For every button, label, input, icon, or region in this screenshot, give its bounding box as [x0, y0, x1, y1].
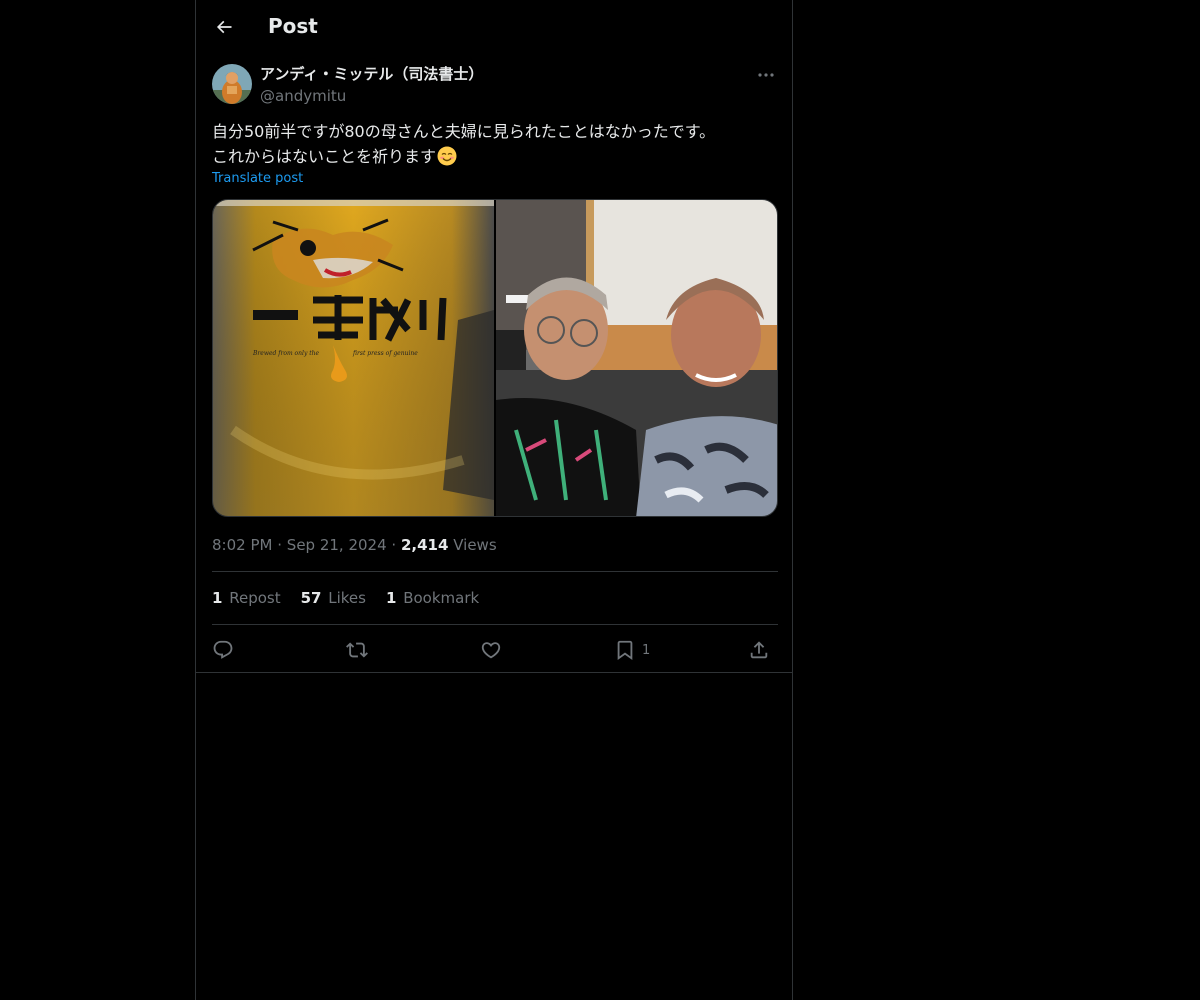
likes-label: Likes — [328, 589, 366, 607]
page-header: Post — [196, 0, 792, 54]
likes-count: 57 — [300, 589, 322, 607]
post-time[interactable]: 8:02 PM — [212, 536, 272, 554]
post-stats: 1 Repost 57 Likes 1 Bookmark — [212, 588, 479, 608]
more-options-button[interactable] — [754, 64, 778, 86]
meta-separator: · — [277, 536, 283, 554]
svg-text:Brewed from only the: Brewed from only the — [252, 350, 320, 357]
reposts-stat[interactable]: 1 Repost — [212, 588, 281, 608]
post-column: Post アンディ・ミッテル（司法書士） @andymitu 自分50前半ですが… — [195, 0, 793, 1000]
reposts-count: 1 — [212, 589, 223, 607]
reply-button[interactable] — [212, 636, 234, 664]
arrow-left-icon — [216, 20, 232, 34]
media-grid: Brewed from only the first press of genu… — [212, 199, 778, 517]
post-text: 自分50前半ですが80の母さんと夫婦に見られたことはなかったです。 これからはな… — [212, 119, 778, 169]
views-label: Views — [453, 536, 497, 554]
share-icon — [750, 641, 768, 659]
repost-button[interactable] — [346, 636, 368, 664]
post-text-line-1: 自分50前半ですが80の母さんと夫婦に見られたことはなかったです。 — [212, 122, 716, 141]
share-button[interactable] — [748, 636, 770, 664]
likes-stat[interactable]: 57 Likes — [301, 588, 366, 608]
bookmark-count: 1 — [642, 642, 651, 658]
page-title: Post — [268, 14, 318, 38]
views-count: 2,414 — [400, 536, 449, 554]
author-handle[interactable]: @andymitu — [260, 86, 346, 106]
beer-glass-image: Brewed from only the first press of genu… — [213, 200, 494, 516]
bookmarks-stat[interactable]: 1 Bookmark — [386, 588, 479, 608]
like-button[interactable] — [480, 636, 502, 664]
avatar[interactable] — [212, 64, 252, 104]
divider — [212, 571, 778, 572]
meta-separator: · — [391, 536, 397, 554]
post-text-line-2: これからはないことを祈ります — [212, 144, 778, 169]
post-text-line-2-text: これからはないことを祈ります — [212, 147, 437, 166]
heart-icon — [481, 642, 501, 659]
more-horizontal-icon — [758, 73, 774, 77]
post-date[interactable]: Sep 21, 2024 — [287, 536, 387, 554]
beer-glass-photo[interactable]: Brewed from only the first press of genu… — [213, 200, 494, 516]
back-button[interactable] — [210, 13, 238, 41]
bookmarks-label: Bookmark — [403, 589, 480, 607]
translate-post-link[interactable]: Translate post — [212, 170, 303, 188]
smiling-face-icon — [437, 146, 457, 166]
post-meta: 8:02 PM · Sep 21, 2024 · 2,414 Views — [212, 535, 497, 555]
avatar-image — [212, 64, 252, 104]
reply-icon — [213, 640, 233, 659]
selfie-image — [496, 200, 777, 516]
action-bar: 1 — [212, 636, 778, 664]
author-name[interactable]: アンディ・ミッテル（司法書士） — [260, 63, 483, 85]
svg-text:first press of genuine: first press of genuine — [352, 350, 418, 357]
bookmarks-count: 1 — [385, 589, 397, 607]
bookmark-icon — [617, 640, 633, 661]
repost-icon — [346, 642, 368, 658]
bookmark-button[interactable]: 1 — [614, 636, 650, 664]
reposts-label: Repost — [229, 589, 281, 607]
selfie-photo[interactable] — [496, 200, 777, 516]
divider — [196, 672, 792, 673]
divider — [212, 624, 778, 625]
